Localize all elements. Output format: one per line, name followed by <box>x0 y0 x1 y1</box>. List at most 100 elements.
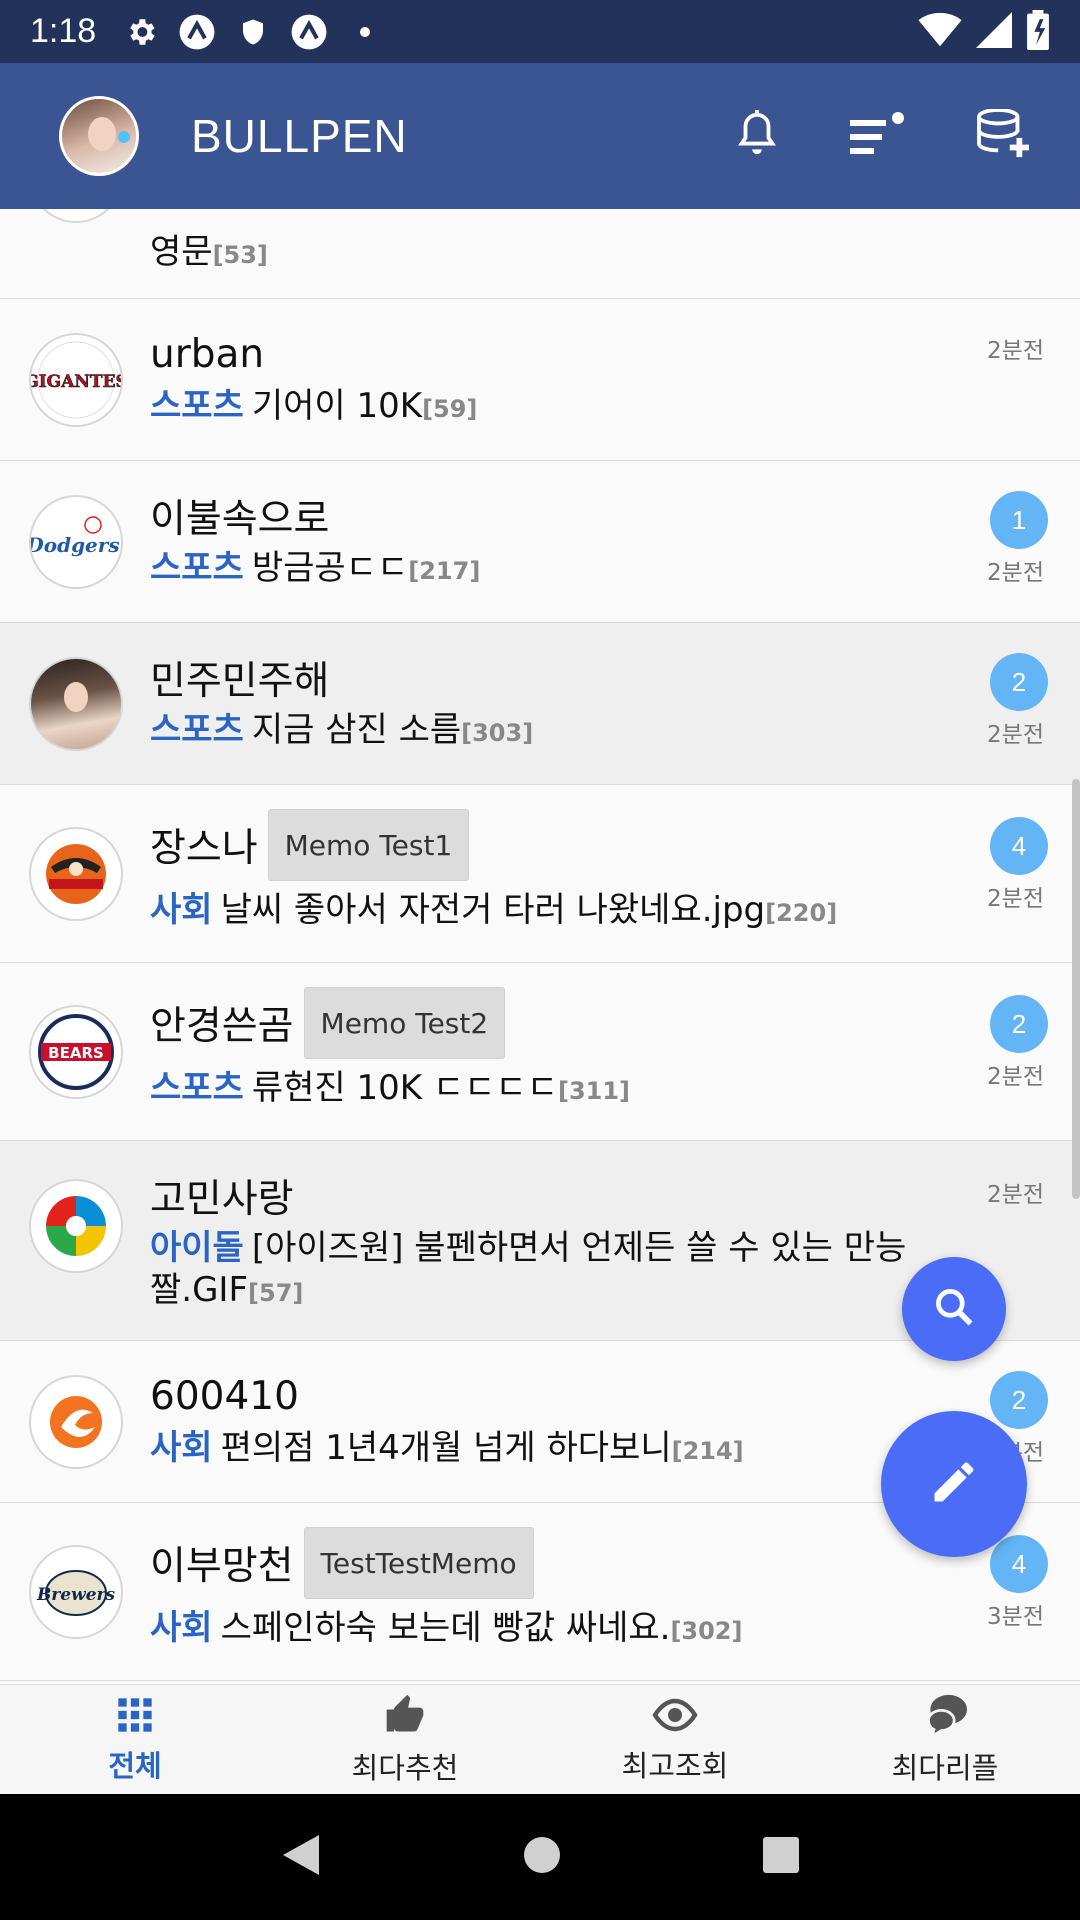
comment-count: [214] <box>671 1437 744 1465</box>
app-title: BULLPEN <box>191 110 408 162</box>
category-label: 사회 <box>150 1428 213 1468</box>
comment-count: [303] <box>461 719 534 747</box>
comment-count: [59] <box>422 395 478 423</box>
app-a-icon <box>178 13 216 51</box>
status-bar: 1:18 <box>0 0 1080 63</box>
unread-badge: 2 <box>990 1371 1048 1429</box>
author-name: 안경쓴곰 <box>150 1004 294 1049</box>
post-subject: 날씨 좋아서 자전거 타러 나왔네요.jpg <box>220 890 766 930</box>
memo-tag: Memo Test2 <box>303 987 506 1059</box>
unread-badge: 2 <box>990 995 1048 1053</box>
author-name: urban <box>150 331 265 377</box>
tab-most-recommended[interactable]: 최다추천 <box>270 1685 540 1794</box>
author-name: 이부망천 <box>150 1544 294 1589</box>
post-subject: 편의점 1년4개월 넘게 하다보니 <box>220 1428 672 1468</box>
status-time: 1:18 <box>30 12 97 50</box>
chat-bubble-icon <box>921 1693 969 1741</box>
recents-icon[interactable] <box>761 1835 801 1879</box>
author-name: 600410 <box>150 1373 299 1419</box>
post-subject: 스페인하숙 보는데 빵값 싸네요. <box>220 1608 671 1648</box>
svg-text:GIGANTES: GIGANTES <box>31 372 121 392</box>
eagles-logo-icon <box>29 1375 123 1469</box>
thumbs-up-icon <box>383 1693 427 1741</box>
brewers-logo-icon: Brewers <box>29 1545 123 1639</box>
team-logo-icon <box>29 209 123 223</box>
wbc-logo-icon <box>29 1179 123 1273</box>
post-subject: 영문 <box>150 232 213 272</box>
time-ago: 2분전 <box>987 722 1044 748</box>
post-subject: 기어이 10K <box>251 386 423 426</box>
post-subject: 지금 삼진 소름 <box>251 710 462 750</box>
back-icon[interactable] <box>279 1831 323 1883</box>
comment-count: [302] <box>670 1617 743 1645</box>
category-label: 스포츠 <box>150 548 244 588</box>
team-logo-icon <box>29 827 123 921</box>
system-navigation-bar <box>0 1794 1080 1920</box>
unread-badge: 2 <box>990 653 1048 711</box>
tab-most-recommended-label: 최다추천 <box>351 1750 459 1785</box>
time-ago: 2분전 <box>987 560 1044 586</box>
category-label: 아이돌 <box>150 1228 244 1268</box>
comment-count: [53] <box>212 241 268 269</box>
settings-gear-icon <box>122 13 160 51</box>
bears-logo-icon: BEARS <box>29 1005 123 1099</box>
svg-text:Dodgers: Dodgers <box>31 533 120 557</box>
write-post-fab-button[interactable] <box>881 1411 1027 1557</box>
category-label: 스포츠 <box>150 710 244 750</box>
giants-logo-icon: GIGANTES <box>29 333 123 427</box>
svg-text:BEARS: BEARS <box>48 1044 104 1062</box>
tab-most-viewed[interactable]: 최고조회 <box>540 1685 810 1794</box>
list-item[interactable]: BEARS 안경쓴곰 Memo Test2 스포츠 류현진 10K ㄷㄷㄷㄷ[311… <box>0 963 1080 1141</box>
time-ago: 3분전 <box>987 1604 1044 1630</box>
time-ago: 2분전 <box>987 886 1044 912</box>
list-item[interactable]: 장스나 Memo Test1 사회 날씨 좋아서 자전거 타러 나왔네요.jpg[2… <box>0 785 1080 963</box>
list-item[interactable]: GIGANTES urban 스포츠기어이 10K[59] 2분전 <box>0 299 1080 461</box>
comment-count: [311] <box>557 1077 631 1105</box>
category-label: 사회 <box>150 890 213 930</box>
time-ago: 2분전 <box>987 1182 1044 1208</box>
memo-tag: Memo Test1 <box>267 809 470 881</box>
bell-icon[interactable] <box>734 109 780 163</box>
category-label: 사회 <box>150 1608 213 1648</box>
bottom-navigation: 전체 최다추천 최고조회 최다리플 <box>0 1684 1080 1794</box>
time-ago: 2분전 <box>987 1064 1044 1090</box>
list-sort-icon[interactable] <box>850 112 906 160</box>
tab-all-label: 전체 <box>108 1748 162 1783</box>
home-icon[interactable] <box>522 1835 562 1879</box>
post-subject: 류현진 10K ㄷㄷㄷㄷ <box>251 1068 558 1108</box>
tab-most-replies[interactable]: 최다리플 <box>810 1685 1080 1794</box>
list-item[interactable]: 영문[53] <box>0 209 1080 299</box>
dodgers-logo-icon: Dodgers <box>29 495 123 589</box>
unread-badge: 4 <box>990 1535 1048 1593</box>
battery-icon <box>1026 9 1050 54</box>
list-item[interactable]: Dodgers 이불속으로 스포츠 방금공ㄷㄷ[217] 1 2분전 <box>0 461 1080 623</box>
eye-icon <box>651 1695 699 1739</box>
author-name: 장스나 <box>150 826 258 871</box>
time-ago: 2분전 <box>987 338 1044 364</box>
profile-avatar[interactable] <box>59 96 139 176</box>
unread-badge: 1 <box>990 491 1048 549</box>
app-a-icon-2 <box>290 13 328 51</box>
post-subject: 방금공ㄷㄷ <box>251 548 409 588</box>
scrollbar[interactable] <box>1072 779 1080 1199</box>
author-name: 이불속으로 <box>150 497 330 542</box>
database-add-icon[interactable] <box>976 108 1032 163</box>
tab-most-replies-label: 최다리플 <box>891 1750 999 1785</box>
unread-badge: 4 <box>990 817 1048 875</box>
search-fab-button[interactable] <box>902 1257 1006 1361</box>
svg-text:Brewers: Brewers <box>36 1585 116 1605</box>
search-icon <box>932 1285 976 1333</box>
comment-count: [220] <box>765 899 838 927</box>
shield-icon <box>234 13 272 51</box>
tab-all[interactable]: 전체 <box>0 1685 270 1794</box>
comment-count: [217] <box>408 557 481 585</box>
grid-icon <box>115 1695 155 1739</box>
tab-most-viewed-label: 최고조회 <box>621 1748 729 1783</box>
notification-dot-icon <box>346 13 384 51</box>
category-label: 스포츠 <box>150 1068 244 1108</box>
list-item[interactable]: 민주민주해 스포츠 지금 삼진 소름[303] 2 2분전 <box>0 623 1080 785</box>
cell-signal-icon <box>976 11 1012 52</box>
app-bar: BULLPEN <box>0 63 1080 209</box>
user-avatar <box>29 657 123 751</box>
comment-count: [57] <box>248 1279 304 1307</box>
